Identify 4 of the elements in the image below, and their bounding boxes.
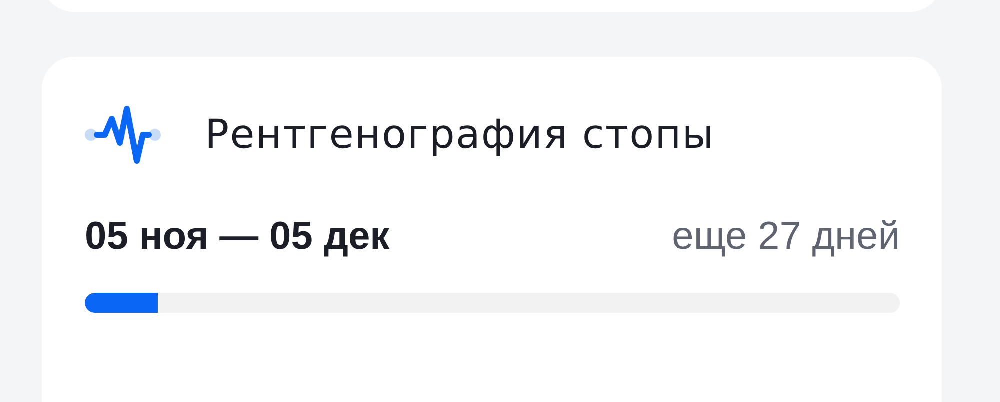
date-range: 05 ноя — 05 дек [85,215,390,259]
pulse-icon [85,105,161,165]
card-title: Рентгенография стопы [205,112,715,158]
days-remaining: еще 27 дней [672,215,900,259]
